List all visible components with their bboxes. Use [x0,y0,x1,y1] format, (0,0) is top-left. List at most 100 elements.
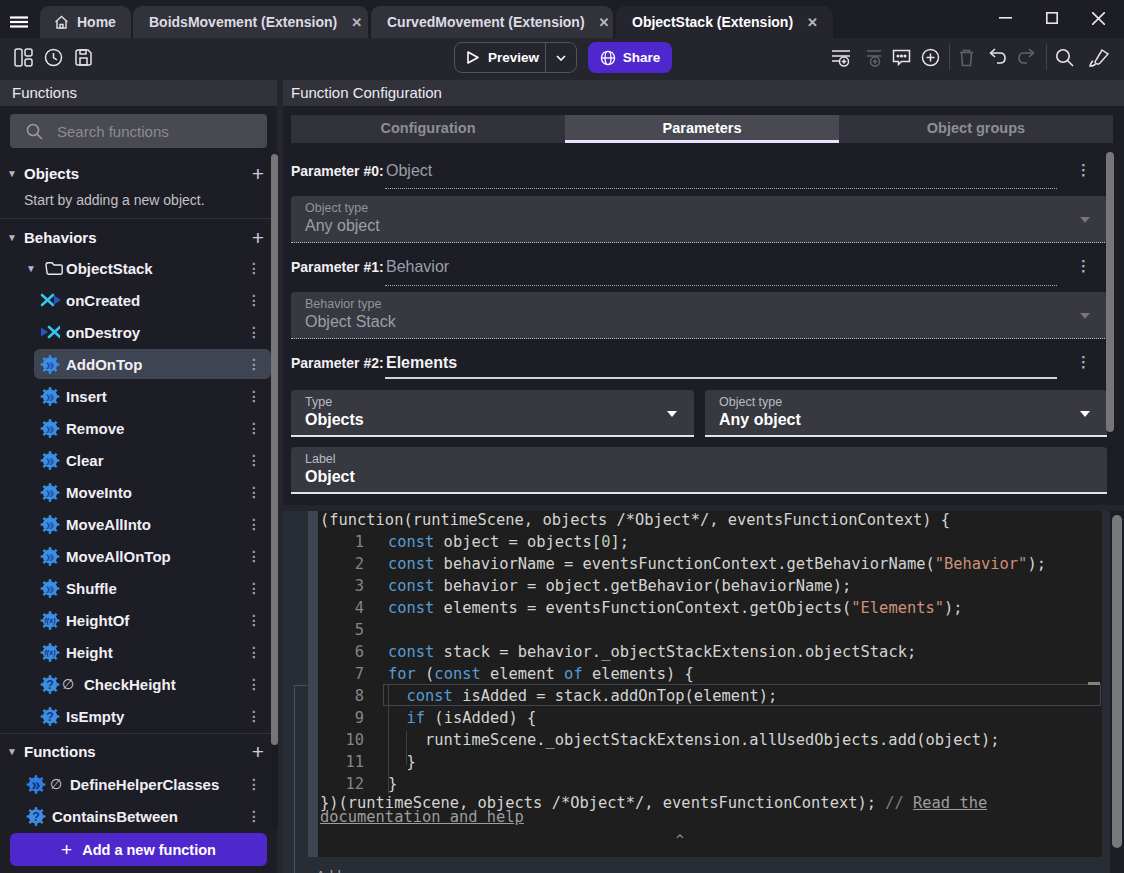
functions-section-header[interactable]: ▼Functions+ [0,735,277,767]
sidebar-item-label: onDestroy [66,324,140,341]
minimize-icon[interactable] [999,17,1012,20]
item-menu-icon[interactable]: ⋮ [247,548,261,564]
sidebar-folder-objectstack[interactable]: ▼ObjectStack⋮ [0,252,277,284]
parameter-1-name-input[interactable]: Behavior [386,256,449,278]
item-menu-icon[interactable]: ⋮ [247,452,261,468]
item-menu-icon[interactable]: ⋮ [247,292,261,308]
parameters-scrollbar[interactable] [1106,152,1114,432]
item-menu-icon[interactable]: ⋮ [247,612,261,628]
sidebar-item-ondestroy[interactable]: onDestroy ⋮ [0,316,277,348]
sidebar-item-clear[interactable]: »Clear⋮ [0,444,277,476]
item-menu-icon[interactable]: ⋮ [247,808,261,824]
field-object-type-0[interactable]: Object typeAny object [291,196,1107,243]
search-toolbar-icon[interactable] [1055,48,1074,67]
parameter-0-menu-icon[interactable]: ⋮ [1076,161,1091,179]
share-button[interactable]: Share [588,42,672,73]
field-behavior-type-1[interactable]: Behavior typeObject Stack [291,292,1107,339]
tab-parameters[interactable]: Parameters [565,115,839,143]
sidebar-item-addontop[interactable]: »AddOnTop⋮ [0,348,277,380]
add-subevent-icon[interactable] [862,48,882,67]
add-function-icon[interactable]: + [252,741,264,762]
item-menu-icon[interactable]: ⋮ [247,644,261,660]
tab-label: ObjectStack (Extension) [632,14,793,30]
sidebar-item-moveinto[interactable]: »MoveInto⋮ [0,476,277,508]
add-event-icon[interactable] [831,48,851,67]
code-line-3: const behavior = object.getBehavior(beha… [388,575,851,597]
svg-text:?: ? [46,677,54,691]
add-comment-icon[interactable] [892,48,911,67]
tab-curvedmovement-extension-[interactable]: CurvedMovement (Extension)✕ [371,6,613,38]
code-scrollbar[interactable] [1112,515,1122,848]
main-menu-icon[interactable] [10,16,28,28]
tab-home[interactable]: Home [40,6,131,38]
panels-icon[interactable] [14,48,33,67]
item-menu-icon[interactable]: ⋮ [247,324,261,340]
add-function-button[interactable]: + Add a new function [10,833,267,866]
sidebar-item-definehelperclasses[interactable]: »∅DefineHelperClasses⋮ [0,768,277,800]
search-functions-input[interactable]: Search functions [10,114,267,148]
item-menu-icon[interactable]: ⋮ [247,516,261,532]
sidebar-item-shuffle[interactable]: »Shuffle⋮ [0,572,277,604]
tab-boidsmovement-extension-[interactable]: BoidsMovement (Extension)✕ [133,6,368,38]
item-menu-icon[interactable]: ⋮ [247,356,261,372]
sidebar-item-heightof[interactable]: f(x)HeightOf⋮ [0,604,277,636]
add-behavior-icon[interactable]: + [252,227,264,248]
maximize-icon[interactable] [1046,12,1058,24]
caret-down-icon[interactable]: ▼ [0,168,24,179]
theme-brush-icon[interactable] [1089,48,1110,67]
sidebar-item-moveallontop[interactable]: »MoveAllOnTop⋮ [0,540,277,572]
parameter-1-name-underline [385,285,1057,286]
sidebar-item-checkheight[interactable]: ?∅CheckHeight⋮ [0,668,277,700]
delete-icon[interactable] [958,48,975,67]
item-menu-icon[interactable]: ⋮ [247,484,261,500]
fold-caret-icon[interactable]: ^ [676,832,684,847]
behaviors-section-header[interactable]: ▼Behaviors+ [0,221,277,253]
item-menu-icon[interactable]: ⋮ [247,420,261,436]
code-event-drag-strip[interactable] [308,511,318,857]
action-gear-icon: » [40,482,60,502]
caret-down-icon[interactable]: ▼ [26,263,36,274]
parameter-1-menu-icon[interactable]: ⋮ [1076,257,1091,275]
parameter-2-menu-icon[interactable]: ⋮ [1076,353,1091,371]
tab-close-icon[interactable]: ✕ [599,15,610,30]
caret-down-icon[interactable]: ▼ [0,746,24,757]
redo-icon[interactable] [1017,48,1037,65]
tab-objectstack-extension-[interactable]: ObjectStack (Extension) ✕ [616,6,833,38]
preview-dropdown[interactable] [545,43,576,72]
field-object-type-2[interactable]: Object typeAny object [705,390,1107,437]
tab-close-icon[interactable]: ✕ [807,15,818,30]
field-label-2[interactable]: LabelObject [291,447,1107,494]
caret-down-icon[interactable]: ▼ [0,232,24,243]
item-menu-icon[interactable]: ⋮ [247,388,261,404]
preview-button[interactable]: Preview [454,42,577,73]
sidebar-item-remove[interactable]: »Remove⋮ [0,412,277,444]
add-object-icon[interactable]: + [252,163,264,184]
sidebar-item-containsbetween[interactable]: ?ContainsBetween⋮ [0,800,277,832]
sidebar-scrollbar[interactable] [271,154,278,745]
close-window-icon[interactable] [1092,12,1105,25]
objects-section-header[interactable]: ▼Objects+ [0,157,277,189]
dropdown-arrow-icon [1080,411,1090,417]
parameter-2-name-input[interactable]: Elements [386,352,457,374]
sidebar-item-height[interactable]: f(x)Height⋮ [0,636,277,668]
undo-icon[interactable] [987,48,1007,65]
item-menu-icon[interactable]: ⋮ [247,580,261,596]
sidebar-item-isempty[interactable]: ?IsEmpty⋮ [0,700,277,732]
parameter-0-name-input[interactable]: Object [386,160,432,182]
field-type-2[interactable]: TypeObjects [291,390,694,437]
add-event-hint[interactable]: Add [316,868,341,873]
item-menu-icon[interactable]: ⋮ [247,260,261,276]
item-menu-icon[interactable]: ⋮ [247,676,261,692]
add-circle-icon[interactable] [921,48,940,67]
item-menu-icon[interactable]: ⋮ [247,776,261,792]
tab-configuration[interactable]: Configuration [291,115,565,143]
sidebar-item-oncreated[interactable]: onCreated⋮ [0,284,277,316]
sidebar-item-insert[interactable]: »Insert⋮ [0,380,277,412]
line-number: 2 [318,553,364,575]
sidebar-item-moveallinto[interactable]: »MoveAllInto⋮ [0,508,277,540]
save-icon[interactable] [74,48,93,67]
item-menu-icon[interactable]: ⋮ [247,708,261,724]
tab-close-icon[interactable]: ✕ [351,15,362,30]
tab-object-groups[interactable]: Object groups [839,115,1113,143]
history-icon[interactable] [44,48,63,67]
